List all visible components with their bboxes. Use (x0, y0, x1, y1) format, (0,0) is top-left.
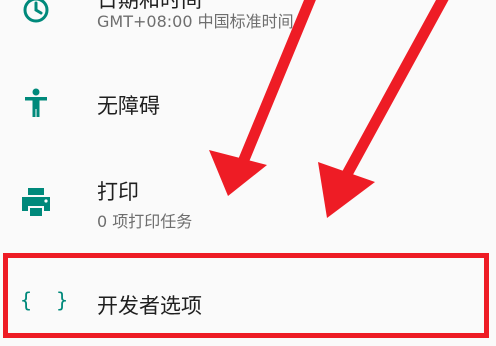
code-braces-icon: { } (20, 288, 75, 312)
settings-item-subtitle: 0 项打印任务 (97, 212, 193, 231)
settings-item-title: 无障碍 (97, 94, 160, 118)
clock-icon (18, 0, 54, 28)
accessibility-icon (18, 85, 54, 121)
settings-item-title: 开发者选项 (97, 294, 202, 318)
settings-item-printing[interactable]: 打印 0 项打印任务 (0, 170, 496, 240)
settings-item-developer-options[interactable]: { } 开发者选项 (0, 256, 496, 346)
settings-screen: 日期和时间 GMT+08:00 中国标准时间 无障碍 打印 0 项打印任务 { … (0, 0, 496, 346)
printer-icon (18, 184, 54, 220)
settings-item-date-time[interactable]: 日期和时间 GMT+08:00 中国标准时间 (0, 0, 496, 50)
settings-item-subtitle: GMT+08:00 中国标准时间 (97, 12, 294, 31)
settings-item-accessibility[interactable]: 无障碍 (0, 80, 496, 130)
settings-item-title: 打印 (97, 180, 139, 204)
